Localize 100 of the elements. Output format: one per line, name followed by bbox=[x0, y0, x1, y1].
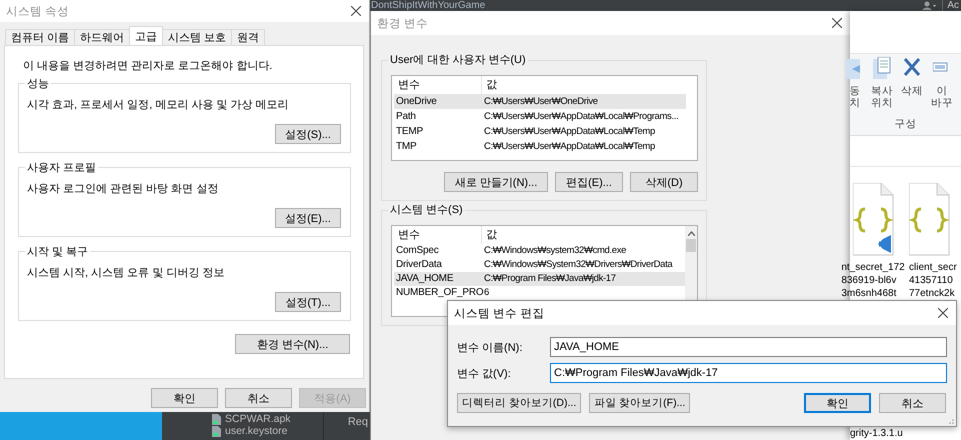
dialog-button[interactable]: 확인 bbox=[804, 393, 871, 413]
tab[interactable]: 컴퓨터 이름 bbox=[5, 29, 76, 45]
input-field[interactable]: C:₩Program Files₩Java₩jdk-17 bbox=[550, 363, 947, 383]
file-name[interactable]: SCPWAR.apk bbox=[225, 413, 291, 425]
ribbon-label: 바꾸 bbox=[931, 97, 953, 109]
ribbon-label: 위치 bbox=[871, 97, 893, 109]
variable-row[interactable]: JAVA_HOME C:₩Program Files₩Java₩jdk-17 bbox=[394, 272, 686, 286]
variable-name: TMP bbox=[395, 140, 418, 154]
tab[interactable]: 하드웨어 bbox=[74, 29, 130, 45]
json-file-icon bbox=[852, 183, 894, 256]
group-description: 시각 효과, 프로세서 일정, 메모리 사용 및 가상 메모리 bbox=[27, 98, 290, 112]
dialog-button[interactable]: 확인 bbox=[151, 388, 218, 408]
column-header[interactable]: 값 bbox=[482, 76, 676, 94]
variable-row[interactable]: TMP C:₩Users₩User₩AppData₩Local₩Temp bbox=[394, 139, 686, 154]
environment-variables-button[interactable]: 환경 변수(N)... bbox=[235, 334, 350, 354]
variable-value: C:₩Users₩User₩AppData₩Local₩Programs... bbox=[484, 110, 678, 124]
notice-text: 이 내용을 변경하려면 관리자로 로그온해야 합니다. bbox=[23, 59, 274, 73]
close-icon bbox=[351, 6, 361, 16]
group-title: 성능 bbox=[25, 76, 51, 91]
window-title: DontShipItWithYourGame bbox=[370, 0, 486, 11]
variable-name: JAVA_HOME bbox=[395, 272, 454, 286]
variable-name: ComSpec bbox=[395, 244, 440, 258]
scrollbar-thumb[interactable] bbox=[686, 239, 696, 252]
account-icon bbox=[922, 1, 936, 10]
settings-button[interactable]: 설정(T)... bbox=[275, 292, 341, 312]
browse-button[interactable]: 디렉터리 찾아보기(D)... bbox=[457, 393, 582, 413]
close-button[interactable] bbox=[938, 308, 948, 318]
ribbon-label: 이 bbox=[936, 85, 948, 97]
variable-value: 6 bbox=[484, 286, 489, 300]
file-icon bbox=[212, 426, 221, 436]
field-label: 변수 값(V): bbox=[457, 366, 512, 380]
variable-value: C:₩Users₩User₩AppData₩Local₩Temp bbox=[484, 125, 655, 139]
delete-icon bbox=[903, 57, 921, 79]
file-name-line: 836919-bl6v bbox=[841, 274, 896, 287]
file-name-line: nt_secret_172 bbox=[841, 261, 905, 274]
tab[interactable]: 고급 bbox=[129, 26, 164, 45]
variable-row[interactable]: ComSpec C:₩Windows₩system32₩cmd.exe bbox=[394, 244, 686, 258]
close-button[interactable] bbox=[351, 6, 361, 16]
group-title: 시작 및 복구 bbox=[25, 244, 90, 259]
ribbon-group-label: 구성 bbox=[894, 117, 918, 131]
window-title: 시스템 속성 bbox=[6, 4, 70, 18]
settings-button[interactable]: 설정(S)... bbox=[275, 124, 341, 144]
scroll-up-icon bbox=[688, 231, 694, 236]
column-text: Req bbox=[322, 412, 368, 440]
ribbon-label: 동 bbox=[850, 85, 860, 97]
variable-name: DriverData bbox=[395, 258, 443, 272]
tab[interactable]: 원격 bbox=[231, 29, 266, 45]
file-item[interactable]: client_secr 41357110 77etnck2k bbox=[909, 183, 959, 300]
close-button[interactable] bbox=[832, 18, 842, 28]
variable-name: NUMBER_OF_PRO bbox=[395, 286, 484, 300]
group-title: 시스템 변수(S) bbox=[388, 202, 465, 217]
close-icon bbox=[938, 308, 948, 318]
variable-name: Path bbox=[395, 110, 417, 124]
dialog-button[interactable]: 취소 bbox=[879, 393, 946, 413]
ribbon-label: 삭제 bbox=[901, 85, 923, 97]
file-name-line: client_secr bbox=[909, 261, 957, 274]
copy-icon bbox=[873, 57, 891, 79]
json-file-icon bbox=[909, 183, 950, 256]
variable-name: TEMP bbox=[395, 125, 424, 139]
file-name-line: grity-1.3.1.u bbox=[850, 427, 903, 440]
variable-row[interactable]: NUMBER_OF_PRO6 bbox=[394, 286, 686, 300]
ribbon-button[interactable]: 삭제 bbox=[898, 57, 926, 117]
column-header[interactable]: 값 bbox=[482, 226, 676, 244]
variable-row[interactable]: OneDrive C:₩Users₩User₩OneDrive bbox=[394, 94, 686, 109]
browse-button[interactable]: 파일 찾아보기(F)... bbox=[589, 393, 690, 413]
group-title: User에 대한 사용자 변수(U) bbox=[388, 52, 528, 67]
settings-button[interactable]: 설정(E)... bbox=[275, 208, 341, 228]
resize-grip-icon bbox=[948, 418, 954, 424]
file-name[interactable]: user.keystore bbox=[225, 425, 288, 437]
window-title: 시스템 변수 편집 bbox=[454, 306, 544, 320]
input-field[interactable]: JAVA_HOME bbox=[550, 337, 947, 357]
list-button[interactable]: 삭제(D) bbox=[630, 172, 698, 192]
variable-value: C:₩Windows₩system32₩cmd.exe bbox=[484, 244, 626, 258]
tab[interactable]: 시스템 보호 bbox=[162, 29, 232, 45]
variable-name: OneDrive bbox=[395, 95, 438, 109]
variable-row[interactable]: TEMP C:₩Users₩User₩AppData₩Local₩Temp bbox=[394, 124, 686, 139]
file-name-line: 3m6snh468t bbox=[841, 287, 896, 300]
file-name-line: 41357110 bbox=[909, 274, 953, 287]
ribbon-button[interactable]: 이 바꾸 bbox=[931, 57, 953, 117]
variable-value: C:₩Users₩User₩AppData₩Local₩Temp bbox=[484, 140, 655, 154]
group-description: 사용자 로그인에 관련된 바탕 화면 설정 bbox=[27, 182, 220, 196]
variable-value: C:₩Users₩User₩OneDrive bbox=[484, 95, 598, 109]
ribbon-button[interactable]: 동 치 bbox=[844, 57, 866, 117]
list-button[interactable]: 편집(E)... bbox=[555, 172, 623, 192]
file-icon bbox=[212, 414, 221, 424]
file-name-line: 77etnck2k bbox=[909, 287, 955, 300]
list-button[interactable]: 새로 만들기(N)... bbox=[444, 172, 548, 192]
dialog-button[interactable]: 취소 bbox=[225, 388, 292, 408]
group-title: 사용자 프로필 bbox=[25, 160, 98, 175]
variable-value: C:₩Windows₩System32₩Drivers₩DriverData bbox=[484, 258, 672, 272]
variable-row[interactable]: Path C:₩Users₩User₩AppData₩Local₩Programs... bbox=[394, 109, 686, 124]
column-header[interactable]: 변수 bbox=[394, 226, 482, 244]
group-description: 시스템 시작, 시스템 오류 및 디버깅 정보 bbox=[27, 266, 226, 280]
ribbon-button[interactable]: 복사 위치 bbox=[871, 57, 893, 117]
ribbon-label: 복사 bbox=[871, 85, 893, 97]
ribbon-label: 치 bbox=[850, 97, 860, 109]
close-icon bbox=[832, 18, 842, 28]
window-title: 환경 변수 bbox=[377, 16, 428, 30]
variable-value: C:₩Program Files₩Java₩jdk-17 bbox=[484, 272, 616, 286]
variable-row[interactable]: DriverData C:₩Windows₩System32₩Drivers₩DriverData bbox=[394, 258, 686, 272]
